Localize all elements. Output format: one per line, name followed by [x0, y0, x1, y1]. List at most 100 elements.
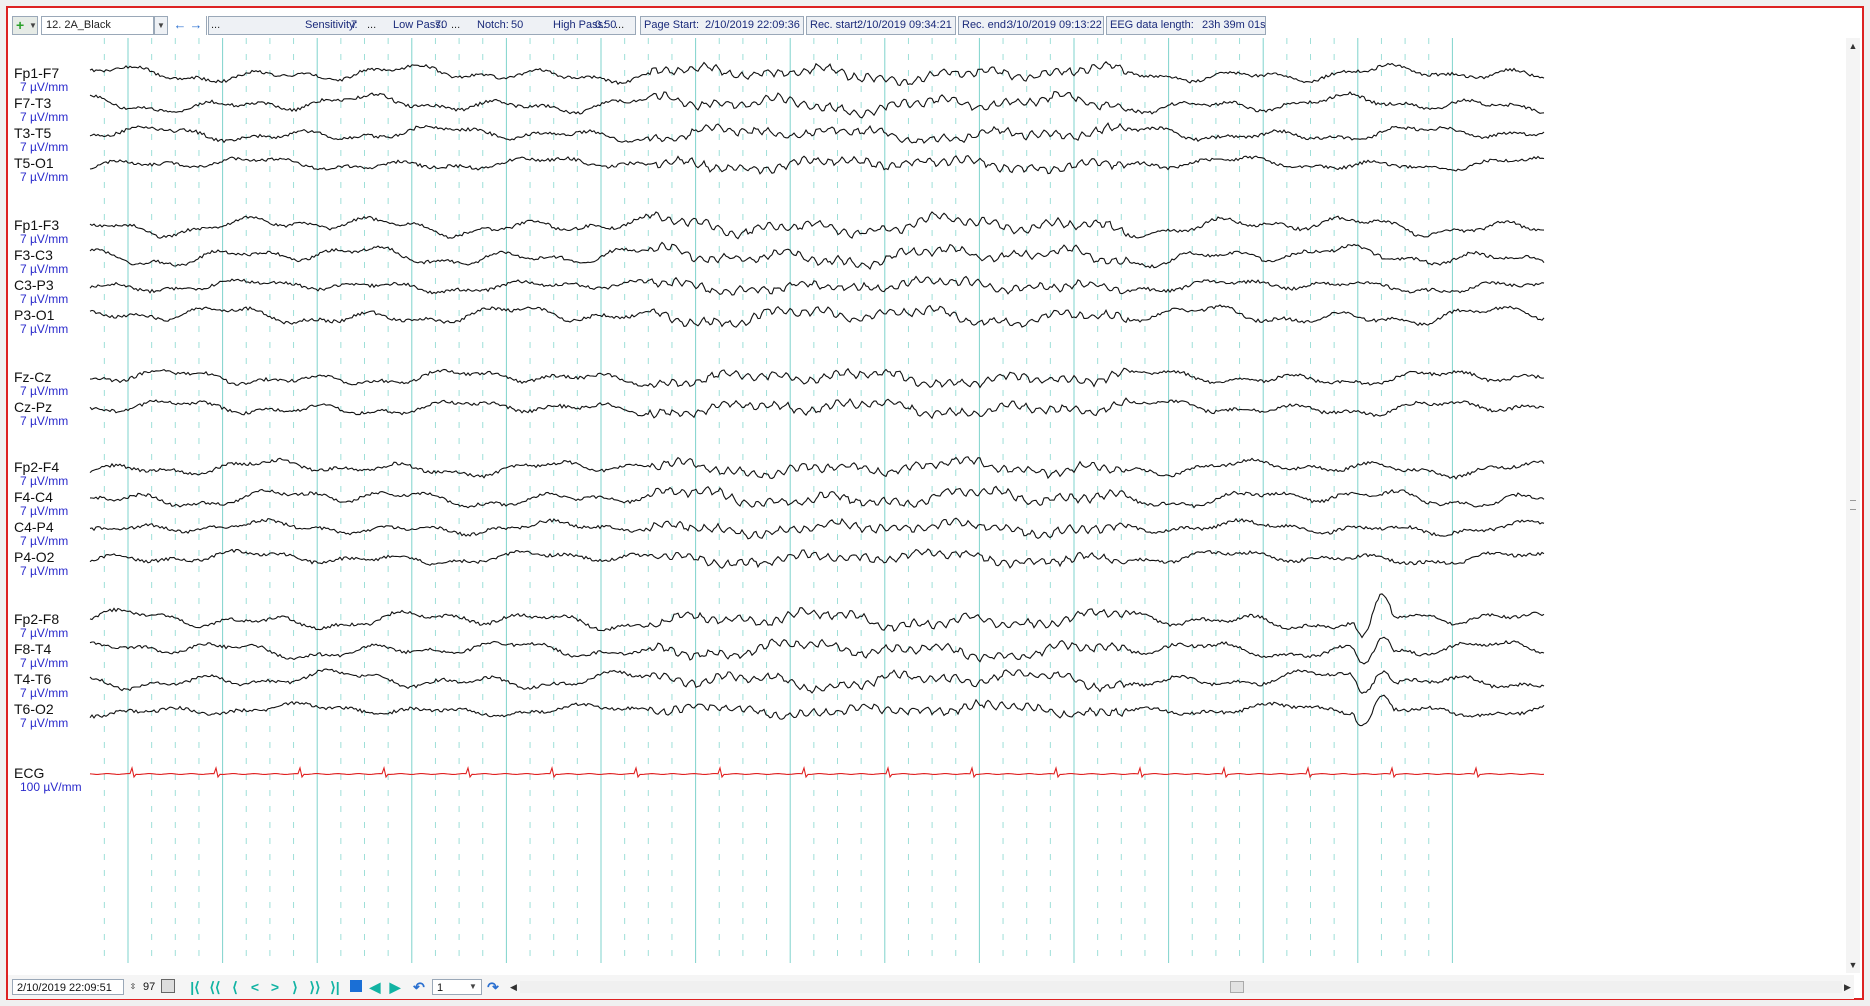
- channel-name[interactable]: T5-O1: [14, 155, 54, 171]
- rec-end-field: Rec. end: 3/10/2019 09:13:22: [958, 16, 1104, 35]
- scroll-thumb-grip[interactable]: [1850, 500, 1856, 510]
- channel-name[interactable]: C4-P4: [14, 519, 54, 535]
- eeg-trace: [89, 211, 1545, 240]
- channel-sensitivity: 7 µV/mm: [20, 474, 69, 488]
- cursor-time-field[interactable]: 2/10/2019 22:09:51: [12, 979, 124, 995]
- time-spinner-icon[interactable]: ⇳: [126, 979, 140, 995]
- channel-name[interactable]: Fz-Cz: [14, 369, 51, 385]
- eeg-trace: [89, 397, 1545, 420]
- low-pass-ellipsis[interactable]: ...: [451, 17, 460, 34]
- eeg-trace: [89, 485, 1545, 509]
- plus-icon: +: [16, 17, 25, 33]
- channel-name[interactable]: C3-P3: [14, 277, 54, 293]
- hscroll-right-arrow-icon[interactable]: ▶: [1844, 979, 1851, 995]
- chevron-down-icon: ▼: [157, 21, 165, 30]
- eeg-trace: [89, 548, 1545, 569]
- stop-icon[interactable]: [350, 980, 362, 992]
- eeg-traces[interactable]: [8, 38, 1846, 973]
- small-forward-icon[interactable]: >: [266, 978, 284, 996]
- eeg-trace: [89, 668, 1545, 694]
- forward-arrow-icon[interactable]: →: [188, 17, 204, 33]
- eeg-plot-area[interactable]: Fp1-F7 7 µV/mm F7-T3 7 µV/mm T3-T5 7 µV/mm T5-…: [8, 38, 1846, 973]
- montage-dropdown-button[interactable]: ▼: [154, 16, 168, 35]
- step-forward-icon[interactable]: ⟩: [286, 978, 304, 996]
- channel-sensitivity: 100 µV/mm: [20, 780, 82, 794]
- rec-end-value: 3/10/2019 09:13:22: [1007, 19, 1102, 31]
- montage-name: 12. 2A_Black: [46, 19, 111, 31]
- channel-sensitivity: 7 µV/mm: [20, 110, 69, 124]
- small-back-icon[interactable]: <: [246, 978, 264, 996]
- channel-sensitivity: 7 µV/mm: [20, 504, 69, 518]
- scroll-up-arrow-icon[interactable]: ▲: [1847, 40, 1859, 52]
- rec-start-label: Rec. start:: [810, 19, 861, 31]
- page-start-field: Page Start: 2/10/2019 22:09:36: [640, 16, 804, 35]
- step-back-icon[interactable]: ⟨: [226, 978, 244, 996]
- fast-forward-icon[interactable]: ⟩⟩: [306, 978, 324, 996]
- play-reverse-icon[interactable]: ◀: [366, 978, 384, 996]
- channel-name[interactable]: F7-T3: [14, 95, 51, 111]
- channel-sensitivity: 7 µV/mm: [20, 140, 69, 154]
- channel-name[interactable]: P3-O1: [14, 307, 54, 323]
- channel-name[interactable]: F4-C4: [14, 489, 53, 505]
- page-start-value: 2/10/2019 22:09:36: [705, 19, 800, 31]
- channel-name[interactable]: T4-T6: [14, 671, 51, 687]
- channel-sensitivity: 7 µV/mm: [20, 716, 69, 730]
- high-pass-value: 0.50: [595, 19, 617, 31]
- channel-name[interactable]: Fp2-F4: [14, 459, 59, 475]
- page-start-label: Page Start:: [644, 19, 700, 31]
- horizontal-scrollbar[interactable]: [520, 981, 1842, 993]
- channel-name[interactable]: F3-C3: [14, 247, 53, 263]
- channel-name[interactable]: Fp1-F3: [14, 217, 59, 233]
- channel-sensitivity: 7 µV/mm: [20, 414, 69, 428]
- page-number: 97: [143, 981, 156, 993]
- channel-name[interactable]: Fp2-F8: [14, 611, 59, 627]
- page-settings-icon[interactable]: [161, 979, 175, 993]
- channel-sensitivity: 7 µV/mm: [20, 626, 69, 640]
- hscroll-thumb[interactable]: [1230, 981, 1244, 993]
- rec-start-value: 2/10/2019 09:34:21: [857, 19, 952, 31]
- first-page-icon[interactable]: |⟨: [186, 978, 204, 996]
- eeg-trace: [89, 367, 1545, 389]
- hscroll-left-arrow-icon[interactable]: ◀: [510, 979, 517, 995]
- eeg-trace: [89, 593, 1545, 639]
- last-page-icon[interactable]: ⟩|: [326, 978, 344, 996]
- eeg-trace: [89, 154, 1545, 175]
- navigation-bar: 2/10/2019 22:09:51 ⇳ 97 |⟨ ⟨⟨ ⟨ < > ⟩ ⟩⟩…: [8, 975, 1854, 999]
- eeg-trace: [89, 456, 1545, 480]
- eeg-length-field: EEG data length: 23h 39m 01s: [1106, 16, 1266, 35]
- sensitivity-label: Sensitivity:: [305, 19, 358, 31]
- montage-select[interactable]: 12. 2A_Black: [41, 16, 154, 35]
- channel-name[interactable]: ECG: [14, 765, 44, 781]
- channel-sensitivity: 7 µV/mm: [20, 564, 69, 578]
- channel-name[interactable]: P4-O2: [14, 549, 54, 565]
- channel-name[interactable]: T6-O2: [14, 701, 54, 717]
- fast-back-icon[interactable]: ⟨⟨: [206, 978, 224, 996]
- undo-icon[interactable]: ↶: [410, 978, 428, 996]
- ecg-trace: [89, 765, 1545, 779]
- cursor-time: 2/10/2019 22:09:51: [17, 982, 112, 994]
- eeg-trace: [89, 304, 1545, 328]
- back-arrow-icon[interactable]: ←: [172, 17, 188, 33]
- rec-start-field: Rec. start: 2/10/2019 09:34:21: [806, 16, 956, 35]
- channel-sensitivity: 7 µV/mm: [20, 170, 69, 184]
- channel-name[interactable]: Cz-Pz: [14, 399, 52, 415]
- filter-settings-panel: ... Sensitivity: 7 ... Low Pass: 70 ... …: [208, 16, 636, 35]
- redo-icon[interactable]: ↷: [484, 978, 502, 996]
- sensitivity-ellipsis[interactable]: ...: [367, 17, 376, 34]
- channel-name[interactable]: T3-T5: [14, 125, 51, 141]
- add-montage-button[interactable]: + ▼: [12, 16, 38, 35]
- channel-name[interactable]: Fp1-F7: [14, 65, 59, 81]
- scroll-down-arrow-icon[interactable]: ▼: [1847, 959, 1859, 971]
- channel-sensitivity: 7 µV/mm: [20, 262, 69, 276]
- notch-value: 50: [511, 19, 524, 31]
- high-pass-ellipsis[interactable]: ...: [615, 17, 624, 34]
- vertical-scrollbar[interactable]: ▲ ▼: [1846, 38, 1860, 973]
- settings-ellipsis[interactable]: ...: [211, 17, 220, 34]
- play-icon[interactable]: ▶: [386, 978, 404, 996]
- page-spin-dropdown-icon[interactable]: ▼: [466, 979, 480, 995]
- eeg-trace: [89, 694, 1545, 727]
- eeg-trace: [89, 122, 1545, 144]
- channel-name[interactable]: F8-T4: [14, 641, 51, 657]
- channel-sensitivity: 7 µV/mm: [20, 686, 69, 700]
- rec-end-label: Rec. end:: [962, 19, 1010, 31]
